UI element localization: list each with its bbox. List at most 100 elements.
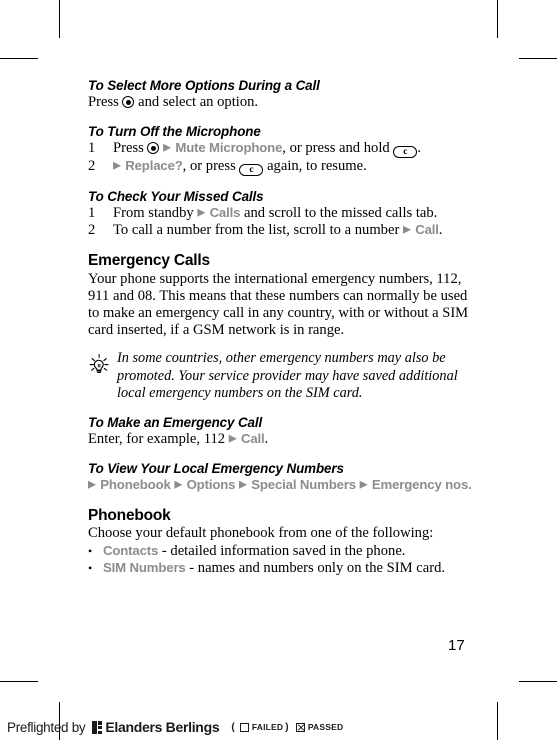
section-phonebook: Phonebook Choose your default phonebook … [88,507,478,577]
section-body: Enter, for example, 112 ▶ Call. [88,431,478,448]
paren-close: ) [285,721,289,733]
step-list: 1 From standby ▶ Calls and scroll to the… [88,205,478,239]
step-text-tail: . [417,140,421,157]
list-item-text: Contacts - detailed information saved in… [103,543,405,560]
list-item-description: - detailed information saved in the phon… [158,542,406,559]
body-text-prefix: Enter, for example, 112 [88,430,229,447]
list-item-text: SIM Numbers - names and numbers only on … [103,560,445,577]
path-arrow-icon: ▶ [88,478,97,491]
section-heading: To Select More Options During a Call [88,78,320,93]
path-arrow-icon: ▶ [359,478,369,491]
path-arrow-icon: ▶ [174,478,183,491]
section-heading: To Make an Emergency Call [88,414,263,430]
path-arrow-icon: ▶ [239,478,248,491]
ui-element-label: Calls [209,205,241,221]
body-text-suffix: and select an option. [134,94,259,110]
list-item: • Contacts - detailed information saved … [88,543,478,560]
clear-key-icon: c [239,164,264,177]
body-text-prefix: Press [88,94,123,110]
step-text-mid: , or press [182,158,240,175]
section-heading: Phonebook [88,507,171,525]
step-text: Press ▶ Mute Microphone, or press and ho… [113,140,478,159]
step-number: 1 [88,205,96,222]
crop-mark-top-right-vertical [497,0,498,38]
menu-path: ▶ Phonebook ▶ Options ▶ Special Numbers … [88,477,478,494]
lightbulb-tip-icon [88,350,117,401]
crop-mark-top-right-horizontal [519,58,557,59]
section-body: Choose your default phonebook from one o… [88,525,434,542]
ui-element-label: Mute Microphone [175,140,283,156]
ui-element-label: Replace? [125,158,183,174]
ui-element-label: Call [240,430,265,446]
section-view-local-emergency-numbers: To View Your Local Emergency Numbers ▶ P… [88,461,478,494]
bullet-icon: • [88,560,93,575]
step-text-lead: From standby [113,205,198,222]
tip-text: In some countries, other emergency numbe… [117,350,458,401]
paren-open: ( [231,721,235,733]
preflight-stamp: Preflighted by Elanders Berlings ( FAILE… [7,719,343,735]
step-item: 2 ▶ Replace?, or press c again, to resum… [88,158,478,177]
ui-element-label: Call [415,222,439,238]
step-number: 2 [88,222,96,239]
step-text: To call a number from the list, scroll t… [113,222,478,239]
step-text: From standby ▶ Calls and scroll to the m… [113,205,478,222]
section-emergency-calls: Emergency Calls Your phone supports the … [88,252,478,401]
select-key-icon [122,96,135,108]
step-text-tail: and scroll to the missed calls tab. [240,205,438,222]
section-body: Your phone supports the international em… [88,270,469,339]
elanders-logo-icon [92,720,103,734]
tip-note: In some countries, other emergency numbe… [88,350,478,401]
step-number: 2 [88,158,96,175]
section-body: Press and select an option. [88,94,478,111]
crop-mark-top-left-horizontal [0,58,38,59]
section-heading: To Turn Off the Microphone [88,124,261,140]
ui-element-label: SIM Numbers [103,559,186,575]
path-arrow-icon: ▶ [197,206,206,219]
section-heading: Emergency Calls [88,252,210,270]
failed-checkbox-icon [239,722,249,732]
ui-element-label: Contacts [103,542,159,558]
crop-mark-bottom-right-horizontal [519,681,557,682]
page-content: To Select More Options During a Call Pre… [88,78,478,577]
list-item-description: - names and numbers only on the SIM card… [185,559,446,576]
page-number: 17 [448,637,465,654]
crop-mark-bottom-left-horizontal [0,681,38,682]
step-text-lead: To call a number from the list, scroll t… [113,222,403,239]
passed-label: PASSED [307,722,344,732]
body-text-suffix: . [264,430,269,447]
ui-element-label: Phonebook [100,476,171,492]
section-check-missed-calls: To Check Your Missed Calls 1 From standb… [88,189,478,239]
path-arrow-icon: ▶ [113,159,122,172]
step-item: 2 To call a number from the list, scroll… [88,222,478,239]
preflight-status: ( FAILED ) PASSED [229,722,343,733]
crop-mark-bottom-right-vertical [497,702,498,740]
section-heading: To Check Your Missed Calls [88,189,264,205]
preflight-lead-text: Preflighted by [7,719,86,735]
step-text-tail: again, to resume. [263,158,367,175]
step-text: ▶ Replace?, or press c again, to resume. [113,158,478,177]
crop-mark-top-left-vertical [59,0,60,38]
path-arrow-icon: ▶ [402,223,412,236]
failed-label: FAILED [251,722,284,732]
step-text-tail: . [438,222,443,239]
ui-element-label: Emergency nos. [371,476,472,492]
section-make-emergency-call: To Make an Emergency Call Enter, for exa… [88,415,478,448]
ui-element-label: Options [186,476,236,492]
ui-element-label: Special Numbers [251,476,356,492]
list-item: • SIM Numbers - names and numbers only o… [88,560,478,577]
step-text-lead: Press [113,140,148,157]
path-arrow-icon: ▶ [228,432,238,445]
section-turn-off-microphone: To Turn Off the Microphone 1 Press ▶ Mut… [88,124,478,177]
path-arrow-icon: ▶ [163,141,172,154]
section-select-more-options: To Select More Options During a Call Pre… [88,78,478,111]
section-heading: To View Your Local Emergency Numbers [88,460,344,476]
step-item: 1 Press ▶ Mute Microphone, or press and … [88,140,478,159]
step-number: 1 [88,140,96,157]
step-text-mid: , or press and hold [282,140,394,157]
select-key-icon [147,142,160,155]
passed-checkbox-checked-icon [295,722,305,732]
step-item: 1 From standby ▶ Calls and scroll to the… [88,205,478,222]
bullet-icon: • [88,543,93,558]
clear-key-icon: c [393,146,418,159]
step-list: 1 Press ▶ Mute Microphone, or press and … [88,140,478,177]
